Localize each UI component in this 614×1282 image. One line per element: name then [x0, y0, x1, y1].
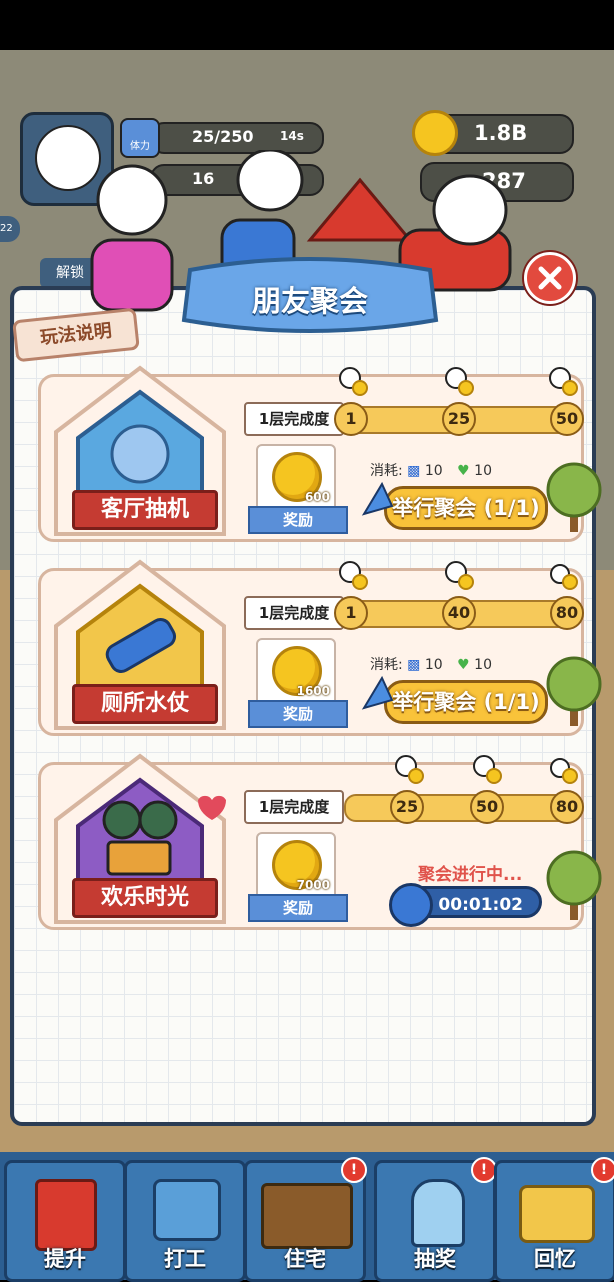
- party-status-text: 聚会进行中...: [418, 865, 523, 885]
- house-icon: [261, 1183, 353, 1249]
- cost-row: 消耗: ▩ 10 ♥ 10: [370, 654, 502, 674]
- cost-row: 消耗: ▩ 10 ♥ 10: [370, 460, 502, 480]
- party-house: 欢乐时光: [50, 750, 230, 926]
- layer-completion-label: 1层完成度: [244, 790, 344, 824]
- tab-label: 打工: [164, 1247, 206, 1271]
- reward-value: 600: [304, 490, 330, 504]
- reward-value: 7000: [296, 878, 330, 892]
- reward-box: 7000 奖励: [248, 832, 348, 922]
- tab-gacha[interactable]: 抽奖 !: [374, 1157, 497, 1282]
- milestone-marker: 25: [390, 790, 424, 824]
- tab-label: 回忆: [534, 1247, 576, 1271]
- party-card: 欢乐时光 1层完成度 25 50 80 7000 奖励 聚会进行中... 00:…: [38, 750, 602, 930]
- alarm-clock-icon: [389, 883, 433, 927]
- modal-title: 朋友聚会: [251, 284, 368, 318]
- stamina-timer: 14s: [280, 129, 304, 143]
- reward-label: 奖励: [248, 700, 348, 728]
- tab-upgrade[interactable]: 提升: [4, 1160, 126, 1282]
- cost-heart-value: 10: [474, 463, 492, 479]
- alert-badge: !: [591, 1157, 614, 1183]
- cost-stamina-value: 10: [424, 463, 443, 479]
- capsule-machine-icon: [411, 1179, 465, 1247]
- tab-label: 住宅: [284, 1247, 326, 1271]
- reward-label: 奖励: [248, 506, 348, 534]
- title-banner: 朋友聚会: [180, 250, 440, 342]
- milestone-marker: 1: [334, 596, 368, 630]
- reward-box: 600 奖励: [248, 444, 348, 534]
- layer-completion-label: 1层完成度: [244, 402, 344, 436]
- dumbbell-icon: ▩: [407, 657, 421, 673]
- coin-value: 1.8B: [474, 121, 528, 145]
- hold-party-button[interactable]: 举行聚会 (1/1): [384, 486, 548, 530]
- cost-stamina-value: 10: [424, 657, 443, 673]
- tab-label: 抽奖: [414, 1247, 456, 1271]
- reward-value: 1600: [296, 684, 330, 698]
- book-icon: [35, 1179, 97, 1251]
- stamina-value: 25/250: [192, 127, 254, 146]
- tree-icon: [544, 648, 604, 728]
- party-card: 客厅抽机 1层完成度 1 25 50 600 奖励 消耗: ▩ 10 ♥ 10 …: [38, 362, 602, 542]
- party-card: 厕所水仗 1层完成度 1 40 80 1600 奖励 消耗: ▩ 10 ♥ 10…: [38, 556, 602, 736]
- cat-reward-icon[interactable]: [548, 560, 578, 590]
- party-house: 客厅抽机: [50, 362, 230, 538]
- heart-icon: ♥: [457, 657, 470, 673]
- close-button[interactable]: [524, 252, 576, 304]
- cat-reward-icon[interactable]: [548, 754, 578, 784]
- alert-badge: !: [341, 1157, 367, 1183]
- dumbbell-icon: ▩: [407, 463, 421, 479]
- tree-icon: [544, 454, 604, 534]
- party-popper-icon: [360, 672, 396, 712]
- cost-label: 消耗:: [370, 657, 403, 673]
- friend-reward-icon[interactable]: [394, 754, 424, 784]
- party-title: 客厅抽机: [72, 490, 218, 530]
- friend-party-modal: 客厅抽机 1层完成度 1 25 50 600 奖励 消耗: ▩ 10 ♥ 10 …: [14, 290, 602, 1122]
- party-title: 厕所水仗: [72, 684, 218, 724]
- friend-reward-icon[interactable]: [444, 366, 474, 396]
- tab-memories[interactable]: 回忆 !: [494, 1157, 614, 1282]
- friend-reward-icon[interactable]: [338, 560, 368, 590]
- party-popper-icon: [360, 478, 396, 518]
- friend-reward-icon[interactable]: [472, 754, 502, 784]
- tab-label: 提升: [44, 1247, 86, 1271]
- timer-value: 00:01:02: [438, 895, 523, 915]
- reward-box: 1600 奖励: [248, 638, 348, 728]
- reward-label: 奖励: [248, 894, 348, 922]
- heart-icon: ♥: [457, 463, 470, 479]
- bottom-nav-bar: 提升 打工 住宅 ! 抽奖 ! 回忆 !: [0, 1152, 614, 1282]
- milestone-marker: 50: [550, 402, 584, 436]
- party-timer: 00:01:02: [389, 883, 542, 927]
- layer-completion-label: 1层完成度: [244, 596, 344, 630]
- milestone-marker: 25: [442, 402, 476, 436]
- milestone-marker: 1: [334, 402, 368, 436]
- friend-reward-icon[interactable]: [338, 366, 368, 396]
- friend-reward-icon[interactable]: [548, 366, 578, 396]
- milestone-marker: 80: [550, 790, 584, 824]
- tab-work[interactable]: 打工: [124, 1160, 246, 1282]
- milestone-marker: 80: [550, 596, 584, 630]
- completion-progress-bar: [344, 794, 578, 822]
- cost-label: 消耗:: [370, 463, 403, 479]
- milestone-marker: 40: [442, 596, 476, 630]
- party-house: 厕所水仗: [50, 556, 230, 732]
- cost-heart-value: 10: [474, 657, 492, 673]
- party-title: 欢乐时光: [72, 878, 218, 918]
- camera-icon: [519, 1185, 595, 1243]
- hold-party-button[interactable]: 举行聚会 (1/1): [384, 680, 548, 724]
- friend-reward-icon[interactable]: [444, 560, 474, 590]
- close-x-icon: [538, 266, 562, 290]
- milestone-marker: 50: [470, 790, 504, 824]
- monitor-icon: [153, 1179, 221, 1241]
- tree-icon: [544, 842, 604, 922]
- tab-home[interactable]: 住宅 !: [244, 1157, 367, 1282]
